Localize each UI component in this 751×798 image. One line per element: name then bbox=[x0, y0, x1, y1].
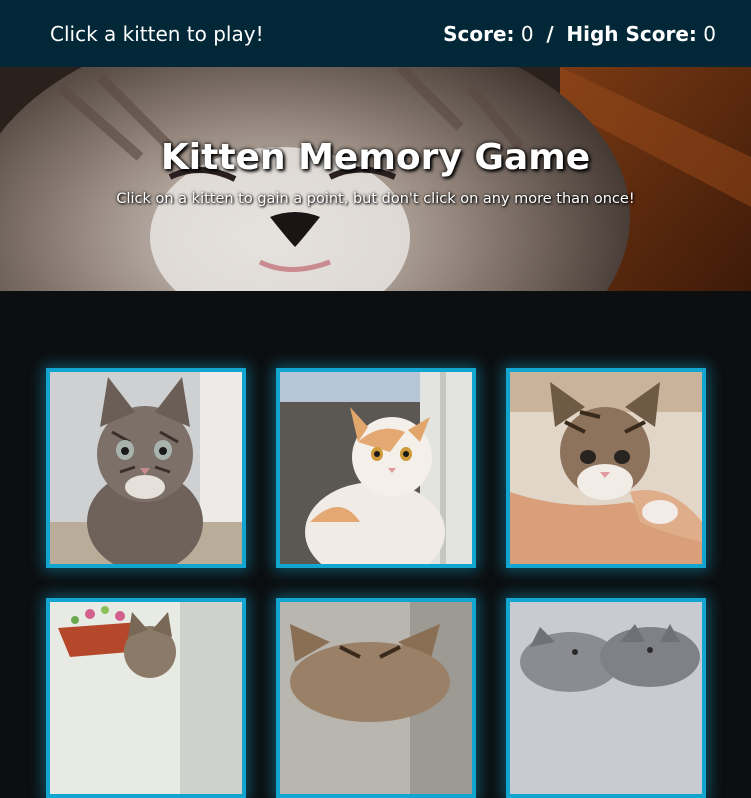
tabby-kitten-card[interactable] bbox=[46, 368, 246, 568]
score-label: Score: bbox=[443, 21, 515, 46]
page-subtitle: Click on a kitten to gain a point, but d… bbox=[116, 191, 635, 207]
page-title: Kitten Memory Game bbox=[160, 137, 591, 178]
kitten-grid bbox=[0, 291, 751, 798]
top-navbar: Click a kitten to play! Score: 0 / High … bbox=[0, 0, 751, 67]
high-score-label: High Score: bbox=[566, 21, 697, 46]
kitten-in-flowerpot-card[interactable] bbox=[46, 598, 246, 798]
hero-kitten-image bbox=[0, 67, 751, 291]
kitten-in-hand-card[interactable] bbox=[506, 368, 706, 568]
score-display: Score: 0 / High Score: 0 bbox=[443, 22, 716, 46]
tabby-kitten-ears-image bbox=[280, 602, 472, 794]
grey-kittens-card[interactable] bbox=[506, 598, 706, 798]
score-value: 0 bbox=[520, 21, 534, 46]
orange-white-kitten-card[interactable] bbox=[276, 368, 476, 568]
hero-banner: Kitten Memory Game Click on a kitten to … bbox=[0, 67, 751, 291]
status-message: Click a kitten to play! bbox=[50, 21, 264, 46]
tabby-kitten-ears-card[interactable] bbox=[276, 598, 476, 798]
score-separator: / bbox=[546, 21, 554, 46]
kitten-in-flowerpot-image bbox=[50, 602, 242, 794]
orange-white-kitten-image bbox=[280, 372, 472, 564]
tabby-kitten-image bbox=[50, 372, 242, 564]
high-score-value: 0 bbox=[703, 21, 716, 46]
grey-kittens-image bbox=[510, 602, 702, 794]
kitten-in-hand-image bbox=[510, 372, 702, 564]
